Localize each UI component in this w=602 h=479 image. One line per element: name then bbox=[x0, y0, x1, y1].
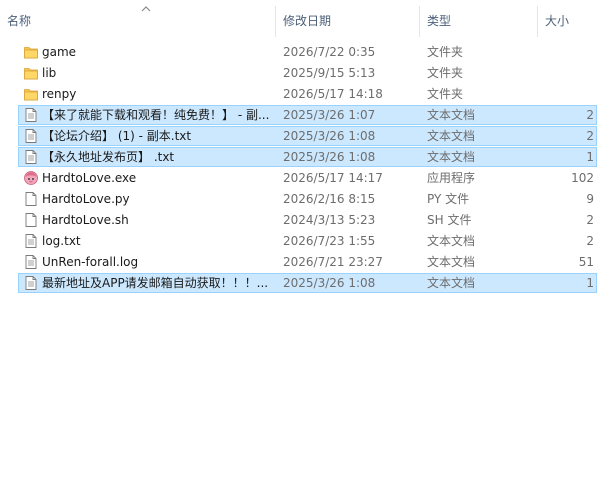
file-row[interactable]: 【来了就能下载和观看！纯免费！】 - 副... 2025/3/26 1:07 文本文… bbox=[18, 105, 597, 125]
file-type: PY 文件 bbox=[427, 192, 470, 206]
file-name: 最新地址及APP请发邮箱自动获取！！！... bbox=[42, 276, 269, 290]
folder-icon bbox=[23, 86, 39, 102]
text-file-icon bbox=[23, 254, 39, 270]
file-modified-date: 2025/9/15 5:13 bbox=[283, 66, 376, 80]
file-type: 文件夹 bbox=[427, 45, 464, 59]
file-row[interactable]: HardtoLove.exe 2026/5/17 14:17 应用程序 102 bbox=[18, 168, 597, 188]
column-header-type[interactable]: 类型 bbox=[420, 0, 538, 37]
file-name: UnRen-forall.log bbox=[42, 255, 139, 269]
text-file-icon bbox=[23, 275, 39, 291]
text-file-icon bbox=[23, 149, 39, 165]
text-file-icon bbox=[23, 107, 39, 123]
file-modified-date: 2026/5/17 14:17 bbox=[283, 171, 383, 185]
app-icon bbox=[23, 170, 39, 186]
file-row[interactable]: 【论坛介绍】 (1) - 副本.txt 2025/3/26 1:08 文本文档 2 bbox=[18, 126, 597, 146]
file-type: 文件夹 bbox=[427, 66, 464, 80]
text-file-icon bbox=[23, 128, 39, 144]
file-row[interactable]: 【永久地址发布页】 .txt 2025/3/26 1:08 文本文档 1 bbox=[18, 147, 597, 167]
column-header-date[interactable]: 修改日期 bbox=[276, 0, 420, 37]
folder-row[interactable]: game 2026/7/22 0:35 文件夹 bbox=[18, 42, 597, 62]
folder-row[interactable]: renpy 2026/5/17 14:18 文件夹 bbox=[18, 84, 597, 104]
file-name: 【永久地址发布页】 .txt bbox=[42, 150, 175, 164]
file-type: 文件夹 bbox=[427, 87, 464, 101]
blank-file-icon bbox=[23, 191, 39, 207]
file-size: 2 bbox=[586, 108, 594, 122]
file-size: 1 bbox=[586, 276, 594, 290]
folder-icon bbox=[23, 44, 39, 60]
text-file-icon bbox=[23, 233, 39, 249]
file-modified-date: 2024/3/13 5:23 bbox=[283, 213, 376, 227]
file-modified-date: 2025/3/26 1:08 bbox=[283, 276, 376, 290]
file-type: 文本文档 bbox=[427, 150, 476, 164]
file-type: 文本文档 bbox=[427, 255, 476, 269]
file-name: HardtoLove.sh bbox=[42, 213, 129, 227]
file-name: 【论坛介绍】 (1) - 副本.txt bbox=[42, 129, 192, 143]
file-size bbox=[539, 85, 594, 103]
file-modified-date: 2026/5/17 14:18 bbox=[283, 87, 383, 101]
file-modified-date: 2026/7/22 0:35 bbox=[283, 45, 376, 59]
file-name: 【来了就能下载和观看！纯免费！】 - 副... bbox=[42, 108, 270, 122]
file-size: 2 bbox=[586, 129, 594, 143]
file-modified-date: 2026/7/21 23:27 bbox=[283, 255, 383, 269]
file-row[interactable]: HardtoLove.sh 2024/3/13 5:23 SH 文件 2 bbox=[18, 210, 597, 230]
file-modified-date: 2025/3/26 1:08 bbox=[283, 150, 376, 164]
file-type: 应用程序 bbox=[427, 171, 476, 185]
file-name: lib bbox=[42, 66, 57, 80]
file-type: 文本文档 bbox=[427, 234, 476, 248]
file-size: 1 bbox=[586, 150, 594, 164]
file-modified-date: 2026/2/16 8:15 bbox=[283, 192, 376, 206]
file-explorer-window: 名称 修改日期 类型 大小 game 2026/7/22 0:35 文件夹 lib 20… bbox=[0, 0, 602, 479]
column-header-name[interactable]: 名称 bbox=[0, 0, 276, 37]
file-size bbox=[539, 43, 594, 61]
file-size: 9 bbox=[586, 192, 594, 206]
file-size bbox=[539, 64, 594, 82]
column-header-bar: 名称 修改日期 类型 大小 bbox=[0, 0, 602, 37]
file-type: SH 文件 bbox=[427, 213, 472, 227]
folder-icon bbox=[23, 65, 39, 81]
file-modified-date: 2026/7/23 1:55 bbox=[283, 234, 376, 248]
file-size: 2 bbox=[586, 213, 594, 227]
file-name: HardtoLove.py bbox=[42, 192, 130, 206]
file-type: 文本文档 bbox=[427, 108, 476, 122]
file-size: 102 bbox=[571, 171, 594, 185]
file-row[interactable]: 最新地址及APP请发邮箱自动获取！！！... 2025/3/26 1:08 文本文档… bbox=[18, 273, 597, 293]
file-type: 文本文档 bbox=[427, 129, 476, 143]
file-type: 文本文档 bbox=[427, 276, 476, 290]
file-name: renpy bbox=[42, 87, 77, 101]
file-size: 51 bbox=[578, 255, 594, 269]
file-name: HardtoLove.exe bbox=[42, 171, 137, 185]
file-name: game bbox=[42, 45, 77, 59]
file-modified-date: 2025/3/26 1:08 bbox=[283, 129, 376, 143]
folder-row[interactable]: lib 2025/9/15 5:13 文件夹 bbox=[18, 63, 597, 83]
blank-file-icon bbox=[23, 212, 39, 228]
file-row[interactable]: UnRen-forall.log 2026/7/21 23:27 文本文档 51 bbox=[18, 252, 597, 272]
file-name: log.txt bbox=[42, 234, 81, 248]
file-size: 2 bbox=[586, 234, 594, 248]
file-modified-date: 2025/3/26 1:07 bbox=[283, 108, 376, 122]
file-row[interactable]: log.txt 2026/7/23 1:55 文本文档 2 bbox=[18, 231, 597, 251]
column-header-size[interactable]: 大小 bbox=[538, 0, 602, 37]
file-row[interactable]: HardtoLove.py 2026/2/16 8:15 PY 文件 9 bbox=[18, 189, 597, 209]
